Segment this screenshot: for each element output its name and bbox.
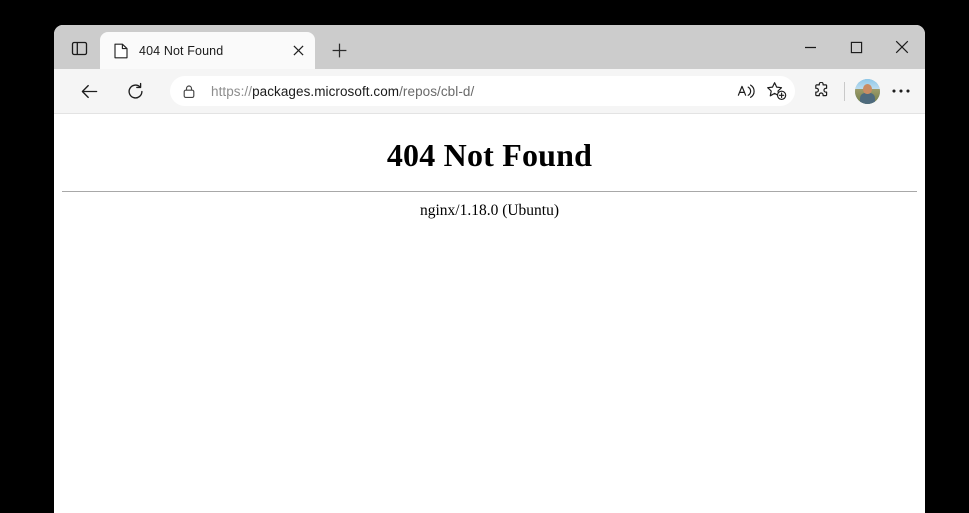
address-bar[interactable]: https://packages.microsoft.com/repos/cbl… bbox=[170, 76, 795, 106]
toolbar-divider bbox=[844, 81, 845, 101]
url-text[interactable]: https://packages.microsoft.com/repos/cbl… bbox=[211, 84, 731, 99]
back-arrow-glyph bbox=[81, 84, 97, 98]
extensions-icon[interactable] bbox=[805, 75, 837, 107]
ellipsis-glyph bbox=[892, 89, 910, 93]
read-aloud-glyph bbox=[737, 84, 755, 98]
minimize-button[interactable] bbox=[787, 25, 833, 69]
avatar[interactable] bbox=[855, 78, 880, 104]
new-tab-icon[interactable] bbox=[323, 35, 355, 65]
minimize-icon bbox=[804, 46, 816, 48]
url-scheme: https:// bbox=[211, 83, 253, 99]
nginx-error-page: 404 Not Found nginx/1.18.0 (Ubuntu) bbox=[54, 114, 925, 228]
page-title: 404 Not Found bbox=[386, 137, 593, 173]
puzzle-piece-glyph bbox=[814, 81, 827, 96]
close-window-button[interactable] bbox=[879, 25, 925, 69]
maximize-button[interactable] bbox=[833, 25, 879, 69]
avatar-head bbox=[863, 84, 872, 94]
tab-actions-glyph bbox=[71, 41, 87, 55]
tab-strip: 404 Not Found bbox=[54, 25, 925, 69]
plus-icon-glyph bbox=[332, 43, 346, 57]
refresh-glyph bbox=[127, 82, 143, 99]
toolbar-actions bbox=[805, 75, 917, 107]
maximize-icon bbox=[850, 41, 862, 53]
window-controls bbox=[787, 25, 925, 69]
browser-tab[interactable]: 404 Not Found bbox=[100, 32, 315, 69]
read-aloud-icon[interactable] bbox=[731, 77, 761, 105]
page-icon-glyph bbox=[114, 43, 128, 58]
close-window-icon bbox=[895, 40, 909, 54]
refresh-icon[interactable] bbox=[118, 74, 152, 108]
tab-actions-icon[interactable] bbox=[62, 33, 96, 63]
tab-title: 404 Not Found bbox=[139, 43, 224, 58]
lock-icon[interactable] bbox=[176, 78, 202, 104]
content-divider bbox=[62, 191, 917, 192]
settings-and-more-icon[interactable] bbox=[885, 75, 917, 107]
add-favorite-icon[interactable] bbox=[761, 77, 791, 105]
server-signature: nginx/1.18.0 (Ubuntu) bbox=[419, 202, 560, 219]
browser-toolbar: https://packages.microsoft.com/repos/cbl… bbox=[54, 69, 925, 114]
avatar-body bbox=[860, 92, 875, 104]
close-icon[interactable] bbox=[287, 40, 309, 62]
browser-window: 404 Not Found https://packages.microsoft… bbox=[54, 25, 925, 513]
page-viewport: 404 Not Found nginx/1.18.0 (Ubuntu) bbox=[54, 114, 925, 513]
star-plus-glyph bbox=[766, 82, 786, 100]
url-path: /repos/cbl-d/ bbox=[399, 83, 475, 99]
close-icon-glyph bbox=[292, 45, 304, 56]
lock-glyph bbox=[183, 84, 195, 98]
url-host: packages.microsoft.com bbox=[252, 83, 400, 99]
page-icon bbox=[112, 42, 130, 60]
back-icon[interactable] bbox=[72, 74, 106, 108]
